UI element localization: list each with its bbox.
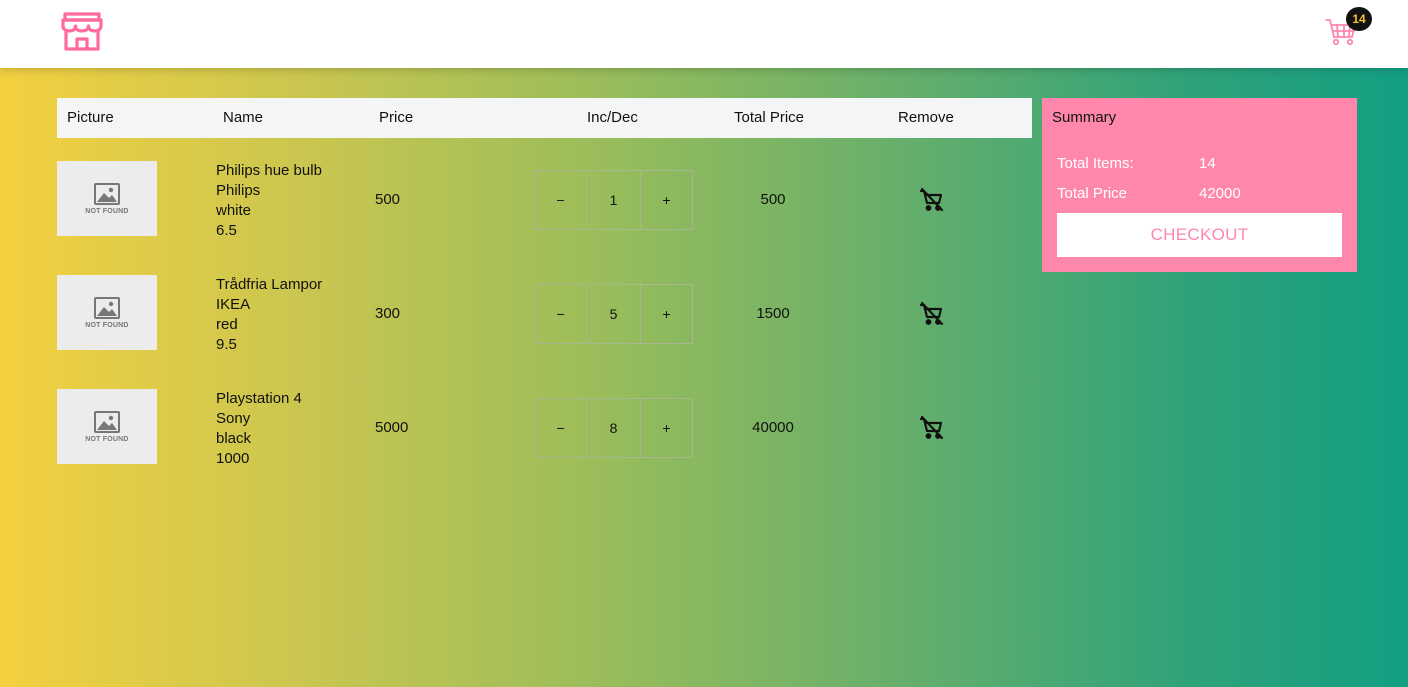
header-total-price: Total Price: [734, 109, 805, 126]
total-price-value: 42000: [1199, 185, 1241, 202]
quantity-value: 8: [587, 399, 641, 457]
product-brand: Philips: [216, 182, 261, 199]
product-rating: 1000: [216, 450, 250, 467]
header-picture: Picture: [67, 109, 114, 126]
product-name: Trådfria Lampor: [216, 276, 323, 293]
product-rating: 6.5: [216, 222, 237, 239]
decrement-button[interactable]: −: [535, 171, 587, 229]
row-total-price: 500: [760, 191, 786, 208]
checkout-button[interactable]: CHECKOUT: [1057, 213, 1342, 257]
quantity-stepper: − 5 +: [534, 284, 693, 344]
image-icon: [94, 410, 120, 433]
quantity-stepper: − 8 +: [534, 398, 693, 458]
quantity-value: 1: [587, 171, 641, 229]
table-row: NOT FOUND Playstation 4 Sony black 1000 …: [57, 366, 1032, 480]
summary-title: Summary: [1052, 109, 1117, 126]
cart-count-badge: 14: [1346, 7, 1372, 31]
image-icon: [94, 182, 120, 205]
order-summary-panel: Summary Total Items: 14 Total Price 4200…: [1042, 98, 1357, 272]
not-found-label: NOT FOUND: [85, 435, 129, 443]
product-name: Playstation 4: [216, 390, 302, 407]
total-items-label: Total Items:: [1057, 155, 1134, 172]
remove-from-cart-icon[interactable]: [919, 187, 945, 213]
remove-from-cart-icon[interactable]: [919, 301, 945, 327]
decrement-button[interactable]: −: [535, 285, 587, 343]
product-image-placeholder: NOT FOUND: [57, 389, 157, 464]
quantity-stepper: − 1 +: [534, 170, 693, 230]
total-items-value: 14: [1199, 155, 1216, 172]
total-price-label: Total Price: [1057, 185, 1128, 202]
header-price: Price: [379, 109, 414, 126]
table-header: Picture Name Price Inc/Dec Total Price R…: [57, 98, 1032, 138]
row-total-price: 1500: [756, 305, 790, 322]
product-image-placeholder: NOT FOUND: [57, 275, 157, 350]
product-details: Playstation 4 Sony black 1000: [216, 389, 302, 469]
product-price: 500: [375, 191, 401, 208]
cart-table: Picture Name Price Inc/Dec Total Price R…: [57, 98, 1032, 480]
table-row: NOT FOUND Trådfria Lampor IKEA red 9.5 3…: [57, 252, 1032, 366]
product-rating: 9.5: [216, 336, 237, 353]
top-navbar: 14: [0, 0, 1408, 68]
increment-button[interactable]: +: [641, 285, 692, 343]
row-total-price: 40000: [752, 419, 794, 436]
increment-button[interactable]: +: [641, 399, 692, 457]
store-icon[interactable]: [61, 11, 103, 51]
product-brand: IKEA: [216, 296, 251, 313]
header-remove: Remove: [898, 109, 954, 126]
product-price: 5000: [375, 419, 409, 436]
image-icon: [94, 296, 120, 319]
product-color: white: [216, 202, 252, 219]
not-found-label: NOT FOUND: [85, 207, 129, 215]
product-details: Philips hue bulb Philips white 6.5: [216, 161, 322, 241]
product-price: 300: [375, 305, 401, 322]
product-details: Trådfria Lampor IKEA red 9.5: [216, 275, 322, 355]
table-row: NOT FOUND Philips hue bulb Philips white…: [57, 138, 1032, 252]
header-inc-dec: Inc/Dec: [587, 109, 638, 126]
decrement-button[interactable]: −: [535, 399, 587, 457]
not-found-label: NOT FOUND: [85, 321, 129, 329]
product-image-placeholder: NOT FOUND: [57, 161, 157, 236]
product-color: black: [216, 430, 252, 447]
header-name: Name: [223, 109, 264, 126]
product-brand: Sony: [216, 410, 251, 427]
increment-button[interactable]: +: [641, 171, 692, 229]
quantity-value: 5: [587, 285, 641, 343]
product-color: red: [216, 316, 238, 333]
remove-from-cart-icon[interactable]: [919, 415, 945, 441]
product-name: Philips hue bulb: [216, 162, 322, 179]
